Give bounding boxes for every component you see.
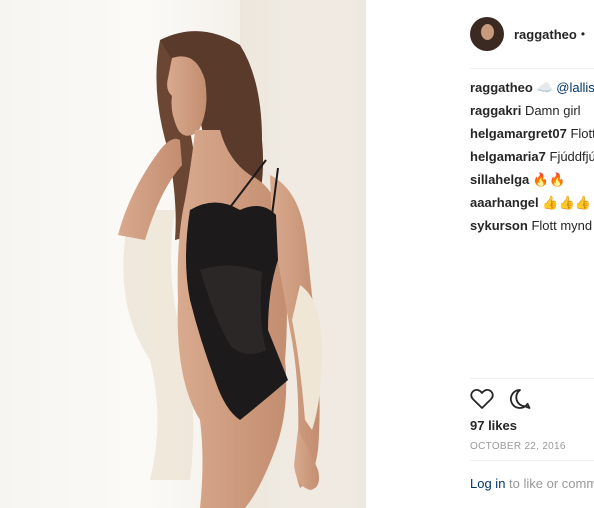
login-rest: to like or comm (509, 476, 594, 491)
comment-text: 🔥🔥 (532, 172, 566, 187)
login-link[interactable]: Log in (470, 476, 505, 491)
heart-icon[interactable] (470, 388, 494, 415)
post-header: raggatheo • (470, 12, 585, 56)
separator-dot: • (580, 27, 586, 41)
comment-user[interactable]: aaarhangel (470, 195, 539, 210)
login-prompt: Log in to like or comm (470, 476, 594, 491)
post-date: OCTOBER 22, 2016 (470, 441, 566, 452)
comment-text: Fjúddfjú (549, 149, 594, 164)
likes-count[interactable]: 97 likes (470, 418, 517, 433)
comment-text[interactable]: ☁️ @lallis (536, 80, 594, 95)
avatar[interactable] (470, 17, 504, 51)
comment-user[interactable]: raggatheo (470, 80, 533, 95)
comment-1: raggakri Damn girl (470, 103, 594, 118)
comment-text: Flott (570, 126, 594, 141)
actions-divider (470, 378, 594, 379)
comment-icon[interactable] (508, 388, 532, 415)
comment-user[interactable]: sillahelga (470, 172, 529, 187)
post-photo (0, 0, 366, 508)
comment-3: helgamaria7 Fjúddfjú (470, 149, 594, 164)
comment-user[interactable]: sykurson (470, 218, 528, 233)
comment-text: Damn girl (524, 103, 581, 118)
comment-6: sykurson Flott mynd (470, 218, 594, 233)
comment-text: 👍👍👍 (542, 195, 591, 210)
action-bar (470, 388, 532, 415)
comment-user[interactable]: helgamargret07 (470, 126, 567, 141)
comment-0: raggatheo ☁️ @lallis (470, 80, 594, 96)
comment-text: Flott mynd (531, 218, 593, 233)
comment-user[interactable]: raggakri (470, 103, 521, 118)
header-divider (470, 68, 594, 69)
comment-4: sillahelga 🔥🔥 (470, 172, 594, 188)
login-divider (470, 460, 594, 461)
comment-5: aaarhangel 👍👍👍 (470, 195, 594, 211)
post-username[interactable]: raggatheo (514, 27, 577, 42)
comment-user[interactable]: helgamaria7 (470, 149, 546, 164)
comment-2: helgamargret07 Flott (470, 126, 594, 141)
